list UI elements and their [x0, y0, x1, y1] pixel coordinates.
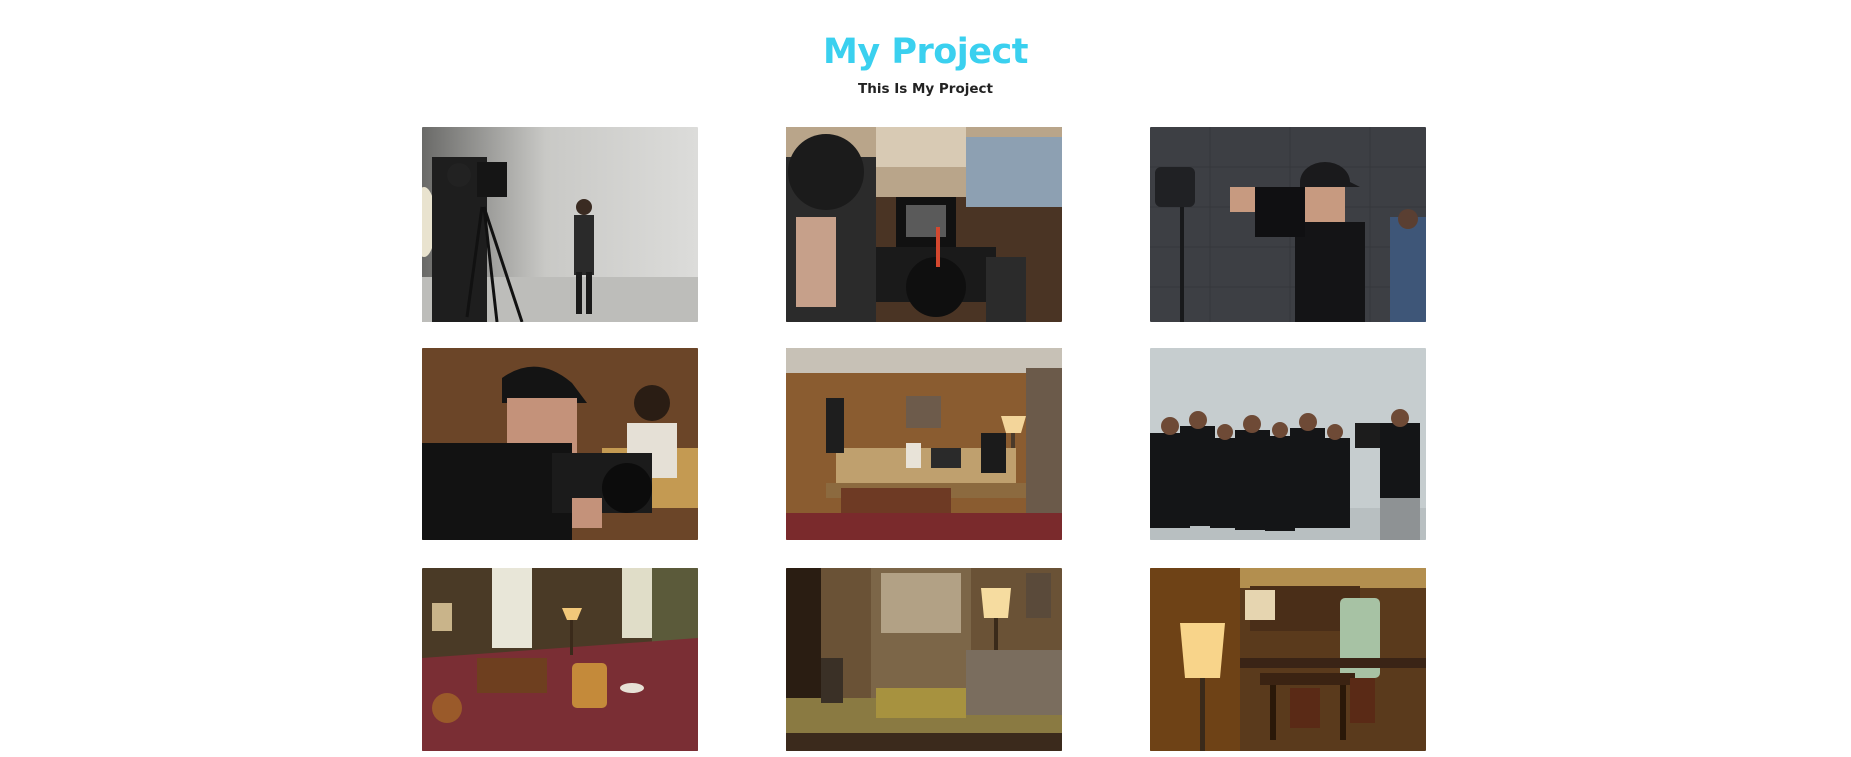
studio-photo-image [422, 127, 698, 322]
gallery-photo-group-dance[interactable] [1150, 348, 1426, 540]
gallery-photo-dark-studio[interactable] [1150, 127, 1426, 322]
cameraman-profile-image [422, 348, 698, 540]
retro-room-red-carpet-image [422, 568, 698, 751]
page-subtitle: This Is My Project [858, 81, 993, 97]
living-room-set-image [786, 348, 1062, 540]
gallery-photo-cameraman-profile[interactable] [422, 348, 698, 540]
gallery-photo-retro-room-window[interactable] [786, 568, 1062, 751]
gallery-photo-retro-room-red-carpet[interactable] [422, 568, 698, 751]
page-title: My Project [823, 32, 1029, 72]
gallery-photo-camera-closeup[interactable] [786, 127, 1062, 322]
dark-studio-image [1150, 127, 1426, 322]
project-page: My Project This Is My Project [0, 0, 1851, 757]
retro-room-window-image [786, 568, 1062, 751]
group-dance-image [1150, 348, 1426, 540]
gallery-photo-living-room-set[interactable] [786, 348, 1062, 540]
gallery-photo-studio-backdrop[interactable] [422, 127, 698, 322]
camera-closeup-image [786, 127, 1062, 322]
gallery-photo-retro-kitchen[interactable] [1150, 568, 1426, 751]
retro-kitchen-image [1150, 568, 1426, 751]
